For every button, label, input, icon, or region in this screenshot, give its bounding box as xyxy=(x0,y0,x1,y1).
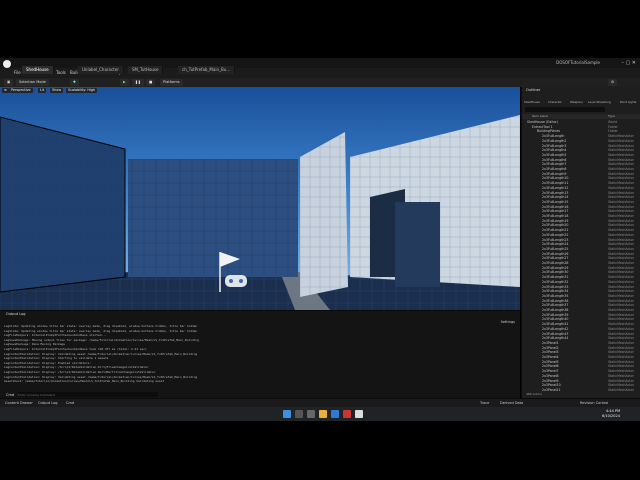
task-view-icon[interactable] xyxy=(307,410,315,418)
file-explorer-icon[interactable] xyxy=(319,410,327,418)
platforms-button[interactable]: Platforms xyxy=(160,79,183,86)
tab-strip: ShedHouse Unlabel_Character SM_TutHouse … xyxy=(0,66,640,76)
output-log-panel: Output Log Settings LogSlate: Updating w… xyxy=(0,310,520,399)
outliner-title: Outliner xyxy=(526,88,541,92)
log-line: LogContentValidation: Display: /Script/D… xyxy=(4,366,149,370)
scalability-button[interactable]: Scalability: High xyxy=(66,88,98,93)
window-title: DOSOFTutorialSample xyxy=(556,60,600,65)
clock-date[interactable]: 6/10/2024 xyxy=(602,414,620,418)
column-header: Item Label Type xyxy=(522,114,640,119)
log-line: LogContentValidation: Display: Enabled v… xyxy=(4,361,92,365)
scene-render xyxy=(0,115,520,310)
tab-prefab[interactable]: ch_TutPrefab_Main_Bu... xyxy=(178,66,236,74)
output-log-button[interactable]: Output Log xyxy=(38,401,58,405)
save-icon[interactable]: ▣ xyxy=(4,79,14,86)
media-app-icon[interactable] xyxy=(343,410,351,418)
outliner-row-label: 2x3Panel11 xyxy=(542,387,561,392)
log-line: LogSlate: Updating window title bar stat… xyxy=(4,329,198,333)
tab-shedhouse[interactable]: ShedHouse xyxy=(22,66,54,74)
search-icon[interactable] xyxy=(295,410,303,418)
column-type[interactable]: Type xyxy=(608,114,615,118)
actor-count: 466 actors xyxy=(526,392,542,396)
log-settings-button[interactable]: Settings xyxy=(501,320,515,324)
log-line: LogSlate: Updating window title bar stat… xyxy=(4,325,198,328)
browser-icon[interactable] xyxy=(331,410,339,418)
log-line: AssetCheck: /Game/Tutorial/Animation/Cur… xyxy=(4,380,165,384)
search-input[interactable] xyxy=(525,107,605,112)
viewport-toolbar: ≡ Perspective Lit Show Scalability: High xyxy=(0,87,520,94)
filter-tab[interactable]: ShedHouse xyxy=(524,100,540,104)
tab-tuthouse[interactable]: SM_TutHouse xyxy=(128,66,164,74)
tab-character[interactable]: Unlabel_Character xyxy=(78,66,124,74)
outliner-filter-tabs: ShedHouse Character Weapons Level Stream… xyxy=(522,100,640,105)
filter-tab[interactable]: Point Lights xyxy=(620,100,636,104)
log-line: LogContentValidation: Display: Starting … xyxy=(4,357,109,361)
cmd-label[interactable]: Cmd xyxy=(6,393,14,397)
output-log-tab[interactable]: Output Log xyxy=(6,312,26,316)
trace-button[interactable]: Trace xyxy=(480,401,489,405)
stop-icon[interactable]: ■ xyxy=(146,79,156,86)
pause-icon[interactable]: ❚❚ xyxy=(132,79,144,86)
settings-icon[interactable]: ⚙ xyxy=(608,79,618,86)
add-icon[interactable]: ✚ xyxy=(70,79,79,86)
clock-time[interactable]: 4:44 PM xyxy=(606,409,620,413)
level-viewport[interactable] xyxy=(0,87,520,310)
log-line: LogFileHelpers: InternalPromptForCheckou… xyxy=(4,348,147,351)
lit-button[interactable]: Lit xyxy=(38,88,47,93)
os-taskbar: 4:44 PM 6/10/2024 xyxy=(0,407,640,421)
log-line: LogContentValidation: Display: /Script/D… xyxy=(4,371,156,374)
log-line: LogSavePackage: Moving output files for … xyxy=(4,338,199,342)
revision-control-button[interactable]: Revision Control xyxy=(580,401,608,405)
outliner-panel: Outliner ShedHouse Character Weapons Lev… xyxy=(521,87,640,398)
show-button[interactable]: Show xyxy=(50,88,64,93)
content-drawer-button[interactable]: Content Drawer xyxy=(5,401,33,405)
main-toolbar: ▣ Selection Mode ✚ ▶ ❚❚ ■ Platforms ⚙ xyxy=(0,78,640,87)
filter-tab[interactable]: Level Streaming xyxy=(588,100,611,104)
windows-start-icon[interactable] xyxy=(283,410,291,418)
filter-tab[interactable]: Weapons xyxy=(570,100,583,104)
log-line: LogContentValidation: Display: Validatin… xyxy=(4,352,198,356)
log-line: LogContentValidation: Display: Validatin… xyxy=(4,375,198,379)
cmd-button[interactable]: Cmd xyxy=(66,401,74,405)
mode-dropdown[interactable]: Selection Mode xyxy=(16,79,49,86)
perspective-button[interactable]: Perspective xyxy=(9,88,33,93)
derived-data-button[interactable]: Derived Data xyxy=(500,401,523,405)
column-item-label[interactable]: Item Label xyxy=(532,114,548,118)
unreal-taskbar-icon[interactable] xyxy=(355,410,363,418)
console-command-input[interactable] xyxy=(18,392,158,397)
viewport-options-icon[interactable]: ≡ xyxy=(2,88,9,93)
outliner-row-type: StaticMeshActor xyxy=(608,387,634,392)
filter-tab[interactable]: Character xyxy=(548,100,562,104)
log-line: LogSavePackage: Done Moving Package xyxy=(4,343,65,347)
log-line: LogFileHelpers: InternalPromptForCheckou… xyxy=(4,334,107,338)
play-icon[interactable]: ▶ xyxy=(120,79,129,86)
